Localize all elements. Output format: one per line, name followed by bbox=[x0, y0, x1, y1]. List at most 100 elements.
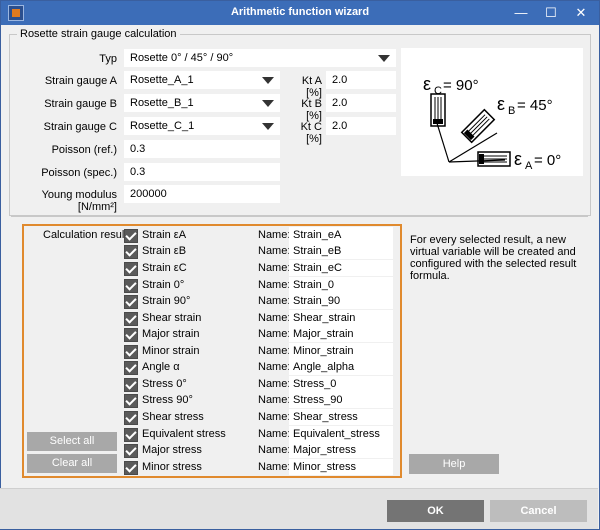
result-label-strain-ea: Strain εA bbox=[142, 229, 187, 241]
clear-all-button[interactable]: Clear all bbox=[27, 454, 117, 473]
checkbox-strain-ea[interactable] bbox=[124, 229, 138, 243]
gauge-c-select[interactable]: Rosette_C_1 bbox=[124, 117, 280, 135]
result-label-strain-ec: Strain εC bbox=[142, 262, 187, 274]
name-label: Name: bbox=[258, 411, 291, 423]
eps-b-subscript: B bbox=[508, 105, 515, 117]
eps-b-angle: = 45° bbox=[517, 97, 553, 114]
name-input-shear-strain[interactable]: Shear_strain bbox=[289, 310, 393, 326]
name-input-major-strain[interactable]: Major_strain bbox=[289, 326, 393, 342]
poisson-ref-input[interactable]: 0.3 bbox=[124, 140, 280, 158]
eps-a-symbol: ε bbox=[514, 149, 522, 169]
chevron-down-icon bbox=[262, 100, 274, 107]
checkbox-stress-90[interactable] bbox=[124, 394, 138, 408]
ok-button[interactable]: OK bbox=[387, 500, 484, 522]
title-bar: Arithmetic function wizard — ☐ ✕ bbox=[1, 1, 599, 25]
checkbox-equivalent-stress[interactable] bbox=[124, 428, 138, 442]
name-label: Name: bbox=[258, 229, 291, 241]
gauge-a-select[interactable]: Rosette_A_1 bbox=[124, 71, 280, 89]
eps-c-symbol: ε bbox=[423, 74, 431, 94]
result-label-stress-0: Stress 0° bbox=[142, 378, 187, 390]
kt-b-label: Kt B [%] bbox=[301, 98, 322, 122]
name-label: Name: bbox=[258, 444, 291, 456]
name-input-strain-eb[interactable]: Strain_eB bbox=[289, 243, 393, 259]
maximize-icon[interactable]: ☐ bbox=[536, 1, 566, 25]
group-title: Rosette strain gauge calculation bbox=[17, 28, 180, 40]
result-label-major-strain: Major strain bbox=[142, 328, 200, 340]
name-label: Name: bbox=[258, 361, 291, 373]
checkbox-angle-alpha[interactable] bbox=[124, 361, 138, 375]
name-input-equivalent-stress[interactable]: Equivalent_stress bbox=[289, 426, 393, 442]
name-label: Name: bbox=[258, 245, 291, 257]
result-label-strain-90: Strain 90° bbox=[142, 295, 191, 307]
result-label-shear-stress: Shear stress bbox=[142, 411, 204, 423]
kt-a-input[interactable]: 2.0 bbox=[326, 71, 396, 89]
name-input-stress-90[interactable]: Stress_90 bbox=[289, 392, 393, 408]
result-label-strain-eb: Strain εB bbox=[142, 245, 187, 257]
typ-select[interactable]: Rosette 0° / 45° / 90° bbox=[124, 49, 396, 67]
gauge-a-value: Rosette_A_1 bbox=[130, 74, 194, 86]
poisson-spec-label: Poisson (spec.) bbox=[41, 167, 117, 179]
name-input-minor-stress[interactable]: Minor_stress bbox=[289, 459, 393, 475]
result-label-major-stress: Major stress bbox=[142, 444, 202, 456]
gauge-c-value: Rosette_C_1 bbox=[130, 120, 195, 132]
checkbox-major-strain[interactable] bbox=[124, 328, 138, 342]
name-input-strain-ec[interactable]: Strain_eC bbox=[289, 260, 393, 276]
name-input-strain-0[interactable]: Strain_0 bbox=[289, 277, 393, 293]
chevron-down-icon bbox=[262, 77, 274, 84]
result-label-stress-90: Stress 90° bbox=[142, 394, 193, 406]
name-input-stress-0[interactable]: Stress_0 bbox=[289, 376, 393, 392]
gauge-a-icon bbox=[477, 151, 511, 167]
checkbox-major-stress[interactable] bbox=[124, 444, 138, 458]
checkbox-strain-eb[interactable] bbox=[124, 245, 138, 259]
eps-a-subscript: A bbox=[525, 160, 533, 172]
name-label: Name: bbox=[258, 345, 291, 357]
result-label-angle-alpha: Angle α bbox=[142, 361, 180, 373]
calculation-results-label: Calculation results bbox=[43, 229, 133, 241]
name-input-strain-ea[interactable]: Strain_eA bbox=[289, 227, 393, 243]
name-input-angle-alpha[interactable]: Angle_alpha bbox=[289, 359, 393, 375]
checkbox-strain-ec[interactable] bbox=[124, 262, 138, 276]
result-label-strain-0: Strain 0° bbox=[142, 279, 185, 291]
kt-b-input[interactable]: 2.0 bbox=[326, 94, 396, 112]
gauge-b-value: Rosette_B_1 bbox=[130, 97, 194, 109]
young-input[interactable]: 200000 bbox=[124, 185, 280, 203]
info-text: For every selected result, a new virtual… bbox=[410, 234, 577, 282]
close-icon[interactable]: ✕ bbox=[566, 1, 596, 25]
checkbox-shear-stress[interactable] bbox=[124, 411, 138, 425]
eps-b-symbol: ε bbox=[497, 94, 505, 114]
young-label: Young modulus [N/mm²] bbox=[41, 189, 117, 213]
minimize-icon[interactable]: — bbox=[506, 1, 536, 25]
typ-value: Rosette 0° / 45° / 90° bbox=[130, 52, 234, 64]
checkbox-stress-0[interactable] bbox=[124, 378, 138, 392]
gauge-b-select[interactable]: Rosette_B_1 bbox=[124, 94, 280, 112]
name-input-minor-strain[interactable]: Minor_strain bbox=[289, 343, 393, 359]
checkbox-strain-0[interactable] bbox=[124, 279, 138, 293]
name-input-strain-90[interactable]: Strain_90 bbox=[289, 293, 393, 309]
cancel-button[interactable]: Cancel bbox=[490, 500, 587, 522]
eps-c-angle: = 90° bbox=[443, 77, 479, 94]
help-button[interactable]: Help bbox=[409, 454, 499, 474]
checkbox-shear-strain[interactable] bbox=[124, 312, 138, 326]
kt-c-input[interactable]: 2.0 bbox=[326, 117, 396, 135]
checkbox-minor-stress[interactable] bbox=[124, 461, 138, 475]
name-input-major-stress[interactable]: Major_stress bbox=[289, 442, 393, 458]
rosette-diagram-svg: ε C = 90° ε B = 45° ε A = 0° bbox=[423, 74, 561, 172]
name-label: Name: bbox=[258, 378, 291, 390]
name-label: Name: bbox=[258, 461, 291, 473]
separator bbox=[11, 216, 588, 217]
result-label-minor-strain: Minor strain bbox=[142, 345, 200, 357]
poisson-spec-input[interactable]: 0.3 bbox=[124, 163, 280, 181]
chevron-down-icon bbox=[378, 55, 390, 62]
gauge-a-label: Strain gauge A bbox=[44, 75, 117, 87]
kt-c-label: Kt C [%] bbox=[300, 121, 322, 145]
kt-a-label: Kt A [%] bbox=[301, 75, 322, 99]
checkbox-strain-90[interactable] bbox=[124, 295, 138, 309]
checkbox-minor-strain[interactable] bbox=[124, 345, 138, 359]
name-input-shear-stress[interactable]: Shear_stress bbox=[289, 409, 393, 425]
result-label-shear-strain: Shear strain bbox=[142, 312, 202, 324]
eps-c-subscript: C bbox=[434, 85, 442, 97]
select-all-button[interactable]: Select all bbox=[27, 432, 117, 451]
typ-label: Typ bbox=[99, 53, 117, 65]
poisson-ref-label: Poisson (ref.) bbox=[51, 144, 117, 156]
eps-a-angle: = 0° bbox=[534, 152, 561, 169]
